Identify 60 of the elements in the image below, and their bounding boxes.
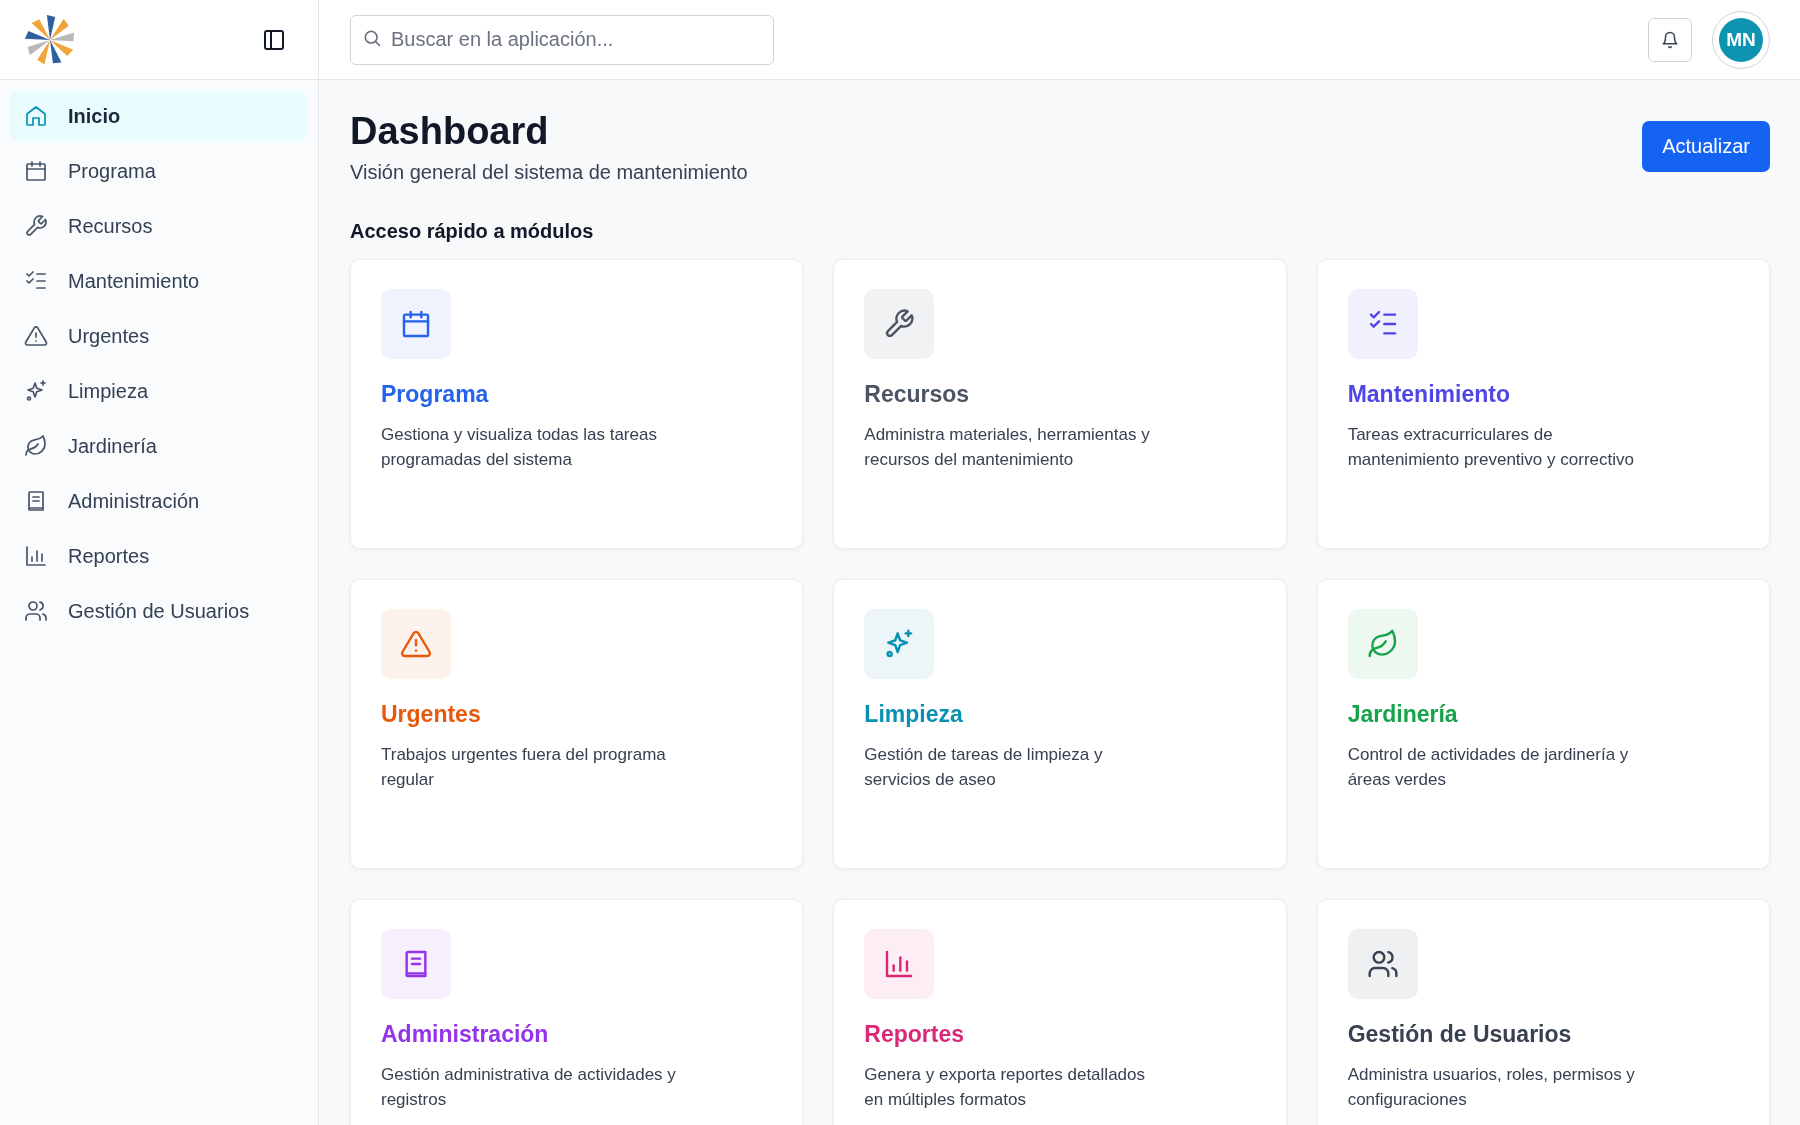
sidebar-item[interactable]: Urgentes	[10, 311, 308, 361]
module-card[interactable]: Mantenimiento Tareas extracurriculares de mantenimiento preventivo y correctivo	[1316, 259, 1770, 549]
sidebar-item[interactable]: Jardinería	[10, 421, 308, 471]
module-description: Administra materiales, herramientas y recursos del mantenimiento	[864, 424, 1151, 471]
sidebar-item[interactable]: Reportes	[10, 531, 308, 581]
calendar-icon	[24, 159, 48, 183]
module-card[interactable]: Limpieza Gestión de tareas de limpieza y servicios de aseo	[833, 579, 1287, 869]
module-description: Control de actividades de jardinería y áreas verdes	[1347, 744, 1630, 791]
module-title: Gestión de Usuarios	[1347, 1021, 1573, 1048]
calendar-icon	[400, 308, 432, 340]
bar-chart-icon	[24, 544, 48, 568]
module-card[interactable]: Reportes Genera y exporta reportes detallados en múltiples formatos	[833, 899, 1287, 1125]
module-description: Gestión administrativa de actividades y registros	[381, 1064, 677, 1111]
module-description: Gestiona y visualiza todas las tareas programadas del sistema	[381, 424, 658, 471]
sidebar-item[interactable]: Programa	[10, 146, 308, 196]
users-icon	[1366, 948, 1399, 980]
sidebar-item[interactable]: Recursos	[10, 201, 308, 251]
logo	[24, 13, 76, 66]
module-card[interactable]: Gestión de Usuarios Administra usuarios, roles, permisos y configuraciones	[1316, 899, 1770, 1125]
module-card[interactable]: Recursos Administra materiales, herramientas y recursos del mantenimiento	[833, 259, 1287, 549]
refresh-button[interactable]: Actualizar	[1642, 121, 1770, 172]
wrench-icon	[883, 308, 916, 340]
sidebar-item[interactable]: Gestión de Usuarios	[10, 586, 308, 636]
warning-icon	[400, 628, 432, 660]
section-title: Acceso rápido a módulos	[350, 220, 595, 243]
module-title: Urgentes	[381, 701, 482, 728]
avatar[interactable]: MN	[1712, 10, 1770, 69]
sidebar-item[interactable]: Inicio	[10, 91, 308, 141]
module-description: Genera y exporta reportes detallados en múltiples formatos	[864, 1064, 1146, 1111]
module-title: Jardinería	[1347, 701, 1459, 728]
sparkles-icon	[24, 379, 48, 403]
module-title: Programa	[381, 381, 490, 408]
module-card[interactable]: Administración Gestión administrativa de actividades y registros	[350, 899, 804, 1125]
module-description: Gestión de tareas de limpieza y servicios de aseo	[864, 744, 1104, 791]
users-icon	[24, 599, 48, 623]
warning-icon	[24, 324, 48, 348]
page-title: Dashboard	[350, 110, 550, 153]
module-card[interactable]: Programa Gestiona y visualiza todas las tareas programadas del sistema	[350, 259, 804, 549]
module-card[interactable]: Urgentes Trabajos urgentes fuera del programa regular	[350, 579, 804, 869]
wrench-icon	[24, 214, 48, 238]
module-description: Trabajos urgentes fuera del programa regular	[381, 744, 667, 791]
module-description: Administra usuarios, roles, permisos y configuraciones	[1347, 1064, 1636, 1111]
leaf-icon	[1366, 628, 1399, 660]
module-description: Tareas extracurriculares de mantenimiento preventivo y correctivo	[1347, 424, 1635, 471]
module-title: Administración	[381, 1021, 550, 1048]
search-field[interactable]: Buscar en la aplicación...	[350, 14, 774, 65]
module-title: Reportes	[864, 1021, 966, 1048]
notifications-button[interactable]	[1648, 17, 1692, 62]
page-subtitle: Visión general del sistema de mantenimiento	[350, 161, 748, 184]
module-title: Limpieza	[864, 701, 964, 728]
sidebar-item[interactable]: Administración	[10, 476, 308, 526]
module-title: Recursos	[864, 381, 971, 408]
sidebar-icon	[262, 27, 286, 52]
module-card[interactable]: Jardinería Control de actividades de jardinería y áreas verdes	[1316, 579, 1770, 869]
bell-icon	[1661, 30, 1679, 49]
home-icon	[24, 104, 48, 128]
module-title: Mantenimiento	[1347, 381, 1511, 408]
sidebar-item[interactable]: Mantenimiento	[10, 256, 308, 306]
leaf-icon	[24, 434, 48, 458]
sidebar-item[interactable]: Limpieza	[10, 366, 308, 416]
